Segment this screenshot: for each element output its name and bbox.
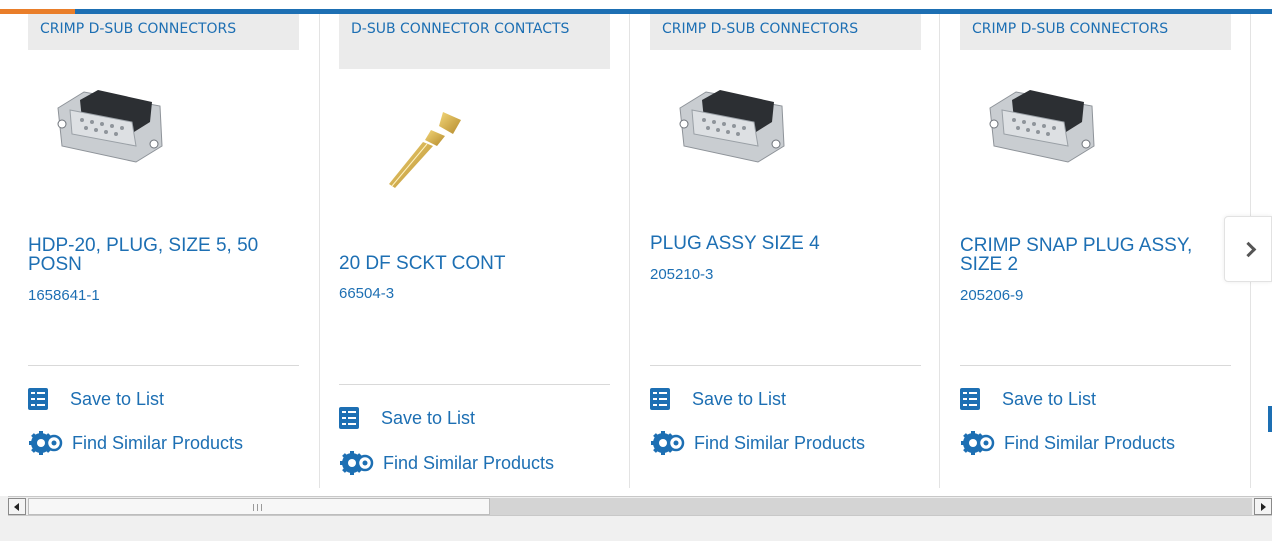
product-carousel: CRIMP D-SUB CONNECTORS HDP-20, PLUG, SIZ…	[0, 14, 1272, 496]
scrollbar-track[interactable]	[28, 498, 1252, 515]
part-number[interactable]: 205206-9	[960, 287, 1023, 304]
arrow-left-icon	[14, 503, 19, 511]
grip-icon	[253, 504, 262, 511]
find-similar-button[interactable]: Find Similar Products	[339, 450, 554, 476]
horizontal-scrollbar[interactable]	[8, 496, 1272, 516]
product-title[interactable]: CRIMP SNAP PLUG ASSY, SIZE 2	[960, 236, 1222, 274]
find-similar-button[interactable]: Find Similar Products	[28, 430, 243, 456]
find-similar-label: Find Similar Products	[1004, 432, 1176, 453]
dsub-connector-icon[interactable]	[982, 80, 1102, 170]
product-title[interactable]: HDP-20, PLUG, SIZE 5, 50 POSN	[28, 236, 290, 274]
product-card: CRIMP D-SUB CONNECTORS HDP-20, PLUG, SIZ…	[0, 14, 310, 496]
arrow-right-icon	[1261, 503, 1266, 511]
dsub-connector-icon[interactable]	[672, 80, 792, 170]
gears-icon	[961, 431, 995, 455]
product-category[interactable]: CRIMP D-SUB CONNECTORS	[960, 14, 1231, 50]
save-to-list-button[interactable]: Save to List	[650, 388, 786, 410]
checklist-icon	[1268, 406, 1272, 432]
part-number[interactable]: 205210-3	[650, 266, 713, 283]
product-category[interactable]: CRIMP D-SUB CONNECTORS	[28, 14, 299, 50]
save-to-list-button[interactable]: Save to List	[339, 407, 475, 429]
carousel-next-button[interactable]	[1224, 216, 1272, 282]
crimp-contact-icon[interactable]	[361, 102, 481, 192]
product-category[interactable]: D-SUB CONNECTOR CONTACTS	[339, 14, 610, 69]
chevron-right-icon	[1240, 241, 1257, 258]
checklist-icon	[339, 407, 359, 429]
save-to-list-label: Save to List	[381, 407, 476, 428]
checklist-icon	[960, 388, 980, 410]
gears-icon	[651, 431, 685, 455]
save-to-list-button[interactable]: Save to List	[960, 388, 1096, 410]
scroll-left-button[interactable]	[8, 498, 26, 515]
product-title[interactable]: PLUG ASSY SIZE 4	[650, 234, 912, 253]
divider	[28, 365, 299, 366]
divider	[339, 384, 610, 385]
save-to-list-label: Save to List	[1002, 388, 1097, 409]
find-similar-button[interactable]: Find Similar Products	[650, 430, 865, 456]
scroll-right-button[interactable]	[1254, 498, 1272, 515]
part-number[interactable]: 66504-3	[339, 285, 394, 302]
gears-icon	[29, 431, 63, 455]
part-number[interactable]: 1658641-1	[28, 287, 100, 304]
product-card: CRIMP D-SUB CONNECTORS CRIMP SNAP PLUG A…	[932, 14, 1242, 496]
save-to-list-button[interactable]: Save to List	[28, 388, 164, 410]
save-to-list-label: Save to List	[692, 388, 787, 409]
checklist-icon	[650, 388, 670, 410]
save-to-list-label: Save to List	[70, 388, 165, 409]
find-similar-label: Find Similar Products	[383, 452, 555, 473]
gears-icon	[340, 451, 374, 475]
checklist-icon	[28, 388, 48, 410]
scrollbar-thumb[interactable]	[28, 498, 490, 515]
divider	[650, 365, 921, 366]
find-similar-label: Find Similar Products	[72, 432, 244, 453]
find-similar-label: Find Similar Products	[694, 432, 866, 453]
product-title[interactable]: 20 DF SCKT CONT	[339, 254, 601, 273]
divider	[960, 365, 1231, 366]
product-category[interactable]: CRIMP D-SUB CONNECTORS	[650, 14, 921, 50]
product-card: D-SUB CONNECTOR CONTACTS 20 DF SCKT CONT…	[311, 14, 621, 496]
product-card: CRIMP D-SUB CONNECTORS PLUG ASSY SIZE 4 …	[622, 14, 932, 496]
find-similar-button[interactable]: Find Similar Products	[960, 430, 1175, 456]
top-accent-bar	[0, 0, 1272, 14]
dsub-connector-icon[interactable]	[50, 80, 170, 170]
